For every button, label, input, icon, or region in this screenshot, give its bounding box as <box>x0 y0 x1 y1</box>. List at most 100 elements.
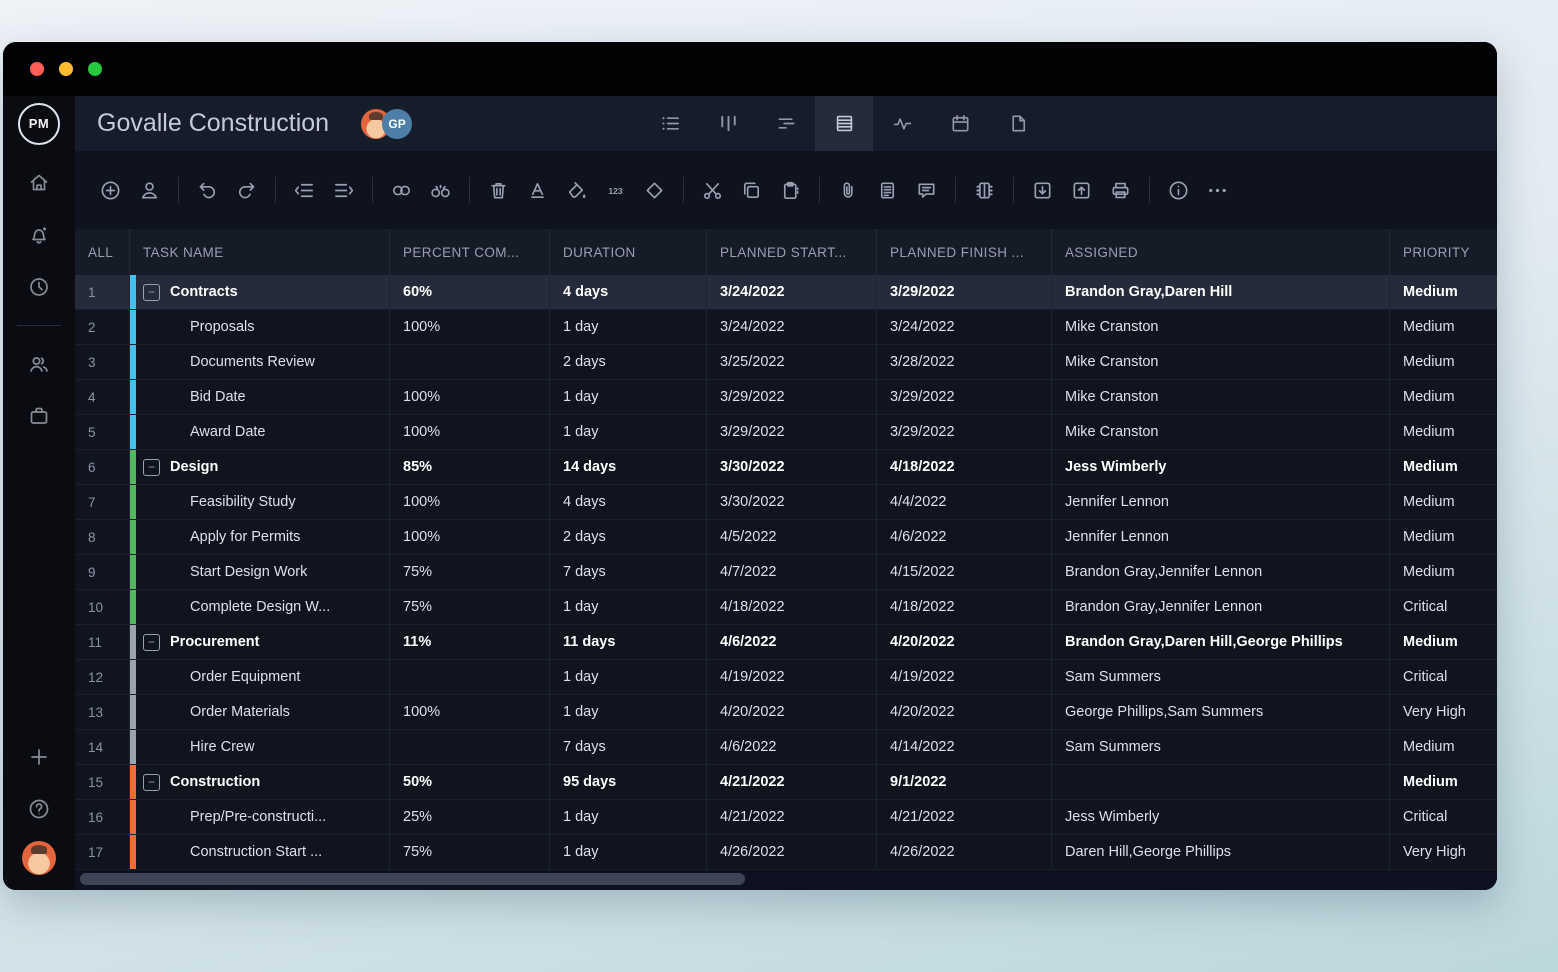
table-row[interactable]: 17Construction Start ...75%1 day4/26/202… <box>75 835 1497 870</box>
notes-button[interactable] <box>868 171 907 210</box>
table-row[interactable]: 14Hire Crew7 days4/6/20224/14/2022Sam Su… <box>75 730 1497 765</box>
cell-assigned[interactable]: Brandon Gray,Daren Hill,George Phillips <box>1052 625 1390 659</box>
cell-planned-start[interactable]: 3/30/2022 <box>707 450 877 484</box>
row-number[interactable]: 14 <box>75 730 130 764</box>
cell-percent-complete[interactable]: 100% <box>390 380 550 414</box>
row-number[interactable]: 2 <box>75 310 130 344</box>
column-header-all[interactable]: ALL <box>75 229 130 275</box>
cell-duration[interactable]: 1 day <box>550 800 707 834</box>
cell-task-name[interactable]: Proposals <box>130 310 390 344</box>
table-row[interactable]: 4Bid Date100%1 day3/29/20223/29/2022Mike… <box>75 380 1497 415</box>
cell-planned-start[interactable]: 4/21/2022 <box>707 800 877 834</box>
cell-task-name[interactable]: −Contracts <box>130 275 390 309</box>
cell-duration[interactable]: 7 days <box>550 555 707 589</box>
close-button[interactable] <box>30 62 44 76</box>
cell-planned-finish[interactable]: 4/18/2022 <box>877 590 1052 624</box>
cell-planned-finish[interactable]: 3/29/2022 <box>877 415 1052 449</box>
portfolio-button[interactable] <box>19 396 59 436</box>
cell-priority[interactable]: Very High <box>1390 695 1497 729</box>
redo-button[interactable] <box>227 171 266 210</box>
collapse-icon[interactable]: − <box>143 634 160 651</box>
assign-user-button[interactable] <box>130 171 169 210</box>
cut-button[interactable] <box>693 171 732 210</box>
tab-calendar-view[interactable] <box>931 96 989 151</box>
cell-task-name[interactable]: Prep/Pre-constructi... <box>130 800 390 834</box>
cell-task-name[interactable]: Feasibility Study <box>130 485 390 519</box>
cell-planned-finish[interactable]: 4/20/2022 <box>877 625 1052 659</box>
cell-task-name[interactable]: Apply for Permits <box>130 520 390 554</box>
row-number[interactable]: 16 <box>75 800 130 834</box>
link-tasks-button[interactable] <box>382 171 421 210</box>
cell-percent-complete[interactable]: 100% <box>390 415 550 449</box>
profile-avatar[interactable] <box>22 841 56 875</box>
cell-duration[interactable]: 1 day <box>550 660 707 694</box>
paste-button[interactable] <box>771 171 810 210</box>
member-avatar-gp[interactable]: GP <box>382 109 412 139</box>
cell-percent-complete[interactable]: 100% <box>390 695 550 729</box>
cell-duration[interactable]: 1 day <box>550 590 707 624</box>
cell-assigned[interactable]: Brandon Gray,Jennifer Lennon <box>1052 555 1390 589</box>
cell-planned-start[interactable]: 4/20/2022 <box>707 695 877 729</box>
import-button[interactable] <box>1023 171 1062 210</box>
cell-planned-finish[interactable]: 4/14/2022 <box>877 730 1052 764</box>
table-row[interactable]: 12Order Equipment1 day4/19/20224/19/2022… <box>75 660 1497 695</box>
cell-assigned[interactable]: Mike Cranston <box>1052 415 1390 449</box>
cell-priority[interactable]: Medium <box>1390 625 1497 659</box>
table-row[interactable]: 16Prep/Pre-constructi...25%1 day4/21/202… <box>75 800 1497 835</box>
row-number[interactable]: 6 <box>75 450 130 484</box>
horizontal-scrollbar[interactable] <box>80 873 745 885</box>
number-format-button[interactable]: 123 <box>596 171 635 210</box>
cell-task-name[interactable]: −Design <box>130 450 390 484</box>
delete-task-button[interactable] <box>479 171 518 210</box>
column-header-planned-start[interactable]: PLANNED START... <box>707 229 877 275</box>
cell-priority[interactable]: Critical <box>1390 660 1497 694</box>
cell-priority[interactable]: Critical <box>1390 590 1497 624</box>
cell-percent-complete[interactable]: 100% <box>390 485 550 519</box>
cell-planned-finish[interactable]: 4/6/2022 <box>877 520 1052 554</box>
row-number[interactable]: 9 <box>75 555 130 589</box>
cell-duration[interactable]: 1 day <box>550 695 707 729</box>
cell-planned-finish[interactable]: 4/4/2022 <box>877 485 1052 519</box>
tab-sheet-view[interactable] <box>815 96 873 151</box>
cell-percent-complete[interactable]: 100% <box>390 520 550 554</box>
cell-priority[interactable]: Very High <box>1390 835 1497 869</box>
cell-planned-start[interactable]: 3/29/2022 <box>707 415 877 449</box>
row-number[interactable]: 10 <box>75 590 130 624</box>
row-number[interactable]: 7 <box>75 485 130 519</box>
cell-assigned[interactable]: Brandon Gray,Daren Hill <box>1052 275 1390 309</box>
table-row[interactable]: 5Award Date100%1 day3/29/20223/29/2022Mi… <box>75 415 1497 450</box>
cell-planned-finish[interactable]: 3/28/2022 <box>877 345 1052 379</box>
tab-activity-view[interactable] <box>873 96 931 151</box>
cell-percent-complete[interactable]: 75% <box>390 590 550 624</box>
table-row[interactable]: 6−Design85%14 days3/30/20224/18/2022Jess… <box>75 450 1497 485</box>
tab-board-view[interactable] <box>699 96 757 151</box>
cell-planned-finish[interactable]: 4/15/2022 <box>877 555 1052 589</box>
table-row[interactable]: 8Apply for Permits100%2 days4/5/20224/6/… <box>75 520 1497 555</box>
table-row[interactable]: 9Start Design Work75%7 days4/7/20224/15/… <box>75 555 1497 590</box>
cell-task-name[interactable]: Bid Date <box>130 380 390 414</box>
table-row[interactable]: 13Order Materials100%1 day4/20/20224/20/… <box>75 695 1497 730</box>
cell-priority[interactable]: Medium <box>1390 485 1497 519</box>
cell-task-name[interactable]: Construction Start ... <box>130 835 390 869</box>
cell-percent-complete[interactable]: 100% <box>390 310 550 344</box>
table-row[interactable]: 3Documents Review2 days3/25/20223/28/202… <box>75 345 1497 380</box>
cell-assigned[interactable]: Jess Wimberly <box>1052 450 1390 484</box>
info-button[interactable] <box>1159 171 1198 210</box>
add-new-button[interactable] <box>19 737 59 777</box>
cell-percent-complete[interactable] <box>390 345 550 379</box>
cell-assigned[interactable] <box>1052 765 1390 799</box>
cell-planned-finish[interactable]: 3/29/2022 <box>877 380 1052 414</box>
cell-task-name[interactable]: Documents Review <box>130 345 390 379</box>
cell-duration[interactable]: 2 days <box>550 520 707 554</box>
table-row[interactable]: 11−Procurement11%11 days4/6/20224/20/202… <box>75 625 1497 660</box>
cell-assigned[interactable]: Brandon Gray,Jennifer Lennon <box>1052 590 1390 624</box>
cell-planned-start[interactable]: 3/24/2022 <box>707 275 877 309</box>
cell-planned-start[interactable]: 4/21/2022 <box>707 765 877 799</box>
cell-planned-finish[interactable]: 9/1/2022 <box>877 765 1052 799</box>
timesheets-button[interactable] <box>19 267 59 307</box>
table-row[interactable]: 2Proposals100%1 day3/24/20223/24/2022Mik… <box>75 310 1497 345</box>
cell-percent-complete[interactable]: 85% <box>390 450 550 484</box>
cell-percent-complete[interactable]: 50% <box>390 765 550 799</box>
cell-task-name[interactable]: −Procurement <box>130 625 390 659</box>
cell-task-name[interactable]: Hire Crew <box>130 730 390 764</box>
